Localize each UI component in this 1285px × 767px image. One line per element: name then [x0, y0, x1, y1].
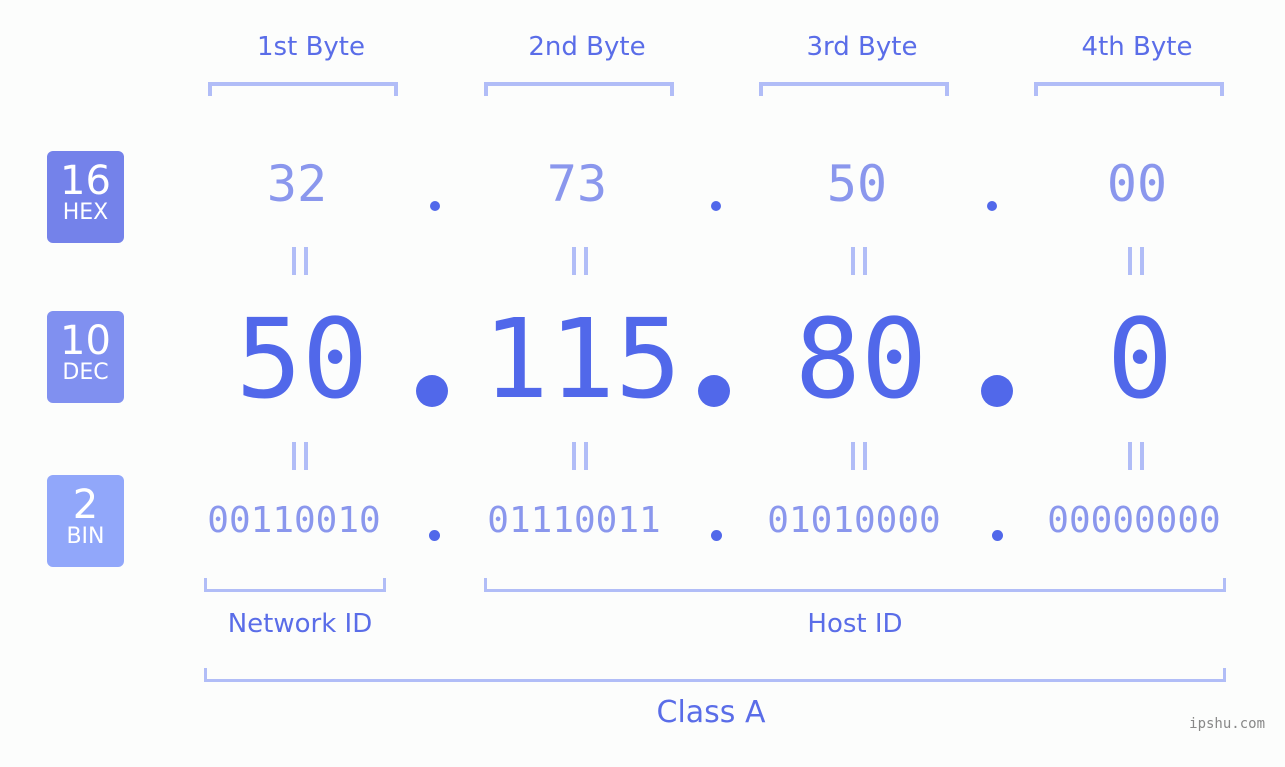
- hex-base: 16: [60, 158, 111, 204]
- byte-bracket-2: [484, 82, 674, 96]
- class-bracket: [204, 668, 1226, 682]
- hex-byte-4: 00: [1106, 155, 1168, 213]
- network-id-label: Network ID: [227, 609, 373, 639]
- byte-header-2: 2nd Byte: [528, 32, 646, 62]
- bin-byte-4: 00000000: [1047, 500, 1221, 541]
- byte-header-3: 3rd Byte: [806, 32, 918, 62]
- hex-badge: 16 HEX: [47, 151, 124, 243]
- bin-byte-2: 01110011: [487, 500, 661, 541]
- equals-sign: [572, 247, 588, 275]
- dec-dot-2: [698, 375, 730, 407]
- byte-bracket-4: [1034, 82, 1224, 96]
- bin-dot-2: [711, 530, 722, 541]
- dec-byte-3: 80: [794, 295, 928, 423]
- equals-sign: [572, 442, 588, 470]
- equals-sign: [1128, 247, 1144, 275]
- equals-sign: [851, 442, 867, 470]
- bin-dot-1: [429, 530, 440, 541]
- watermark: ipshu.com: [1189, 716, 1265, 732]
- byte-header-4: 4th Byte: [1081, 32, 1193, 62]
- equals-sign: [292, 442, 308, 470]
- bin-byte-3: 01010000: [767, 500, 941, 541]
- bin-label: BIN: [66, 524, 105, 549]
- bin-base: 2: [72, 482, 99, 528]
- host-id-label: Host ID: [807, 609, 903, 639]
- dec-dot-1: [416, 375, 448, 407]
- hex-byte-2: 73: [546, 155, 608, 213]
- dec-byte-2: 115: [482, 295, 682, 423]
- dec-badge: 10 DEC: [47, 311, 124, 403]
- bin-dot-3: [992, 530, 1003, 541]
- hex-byte-3: 50: [826, 155, 888, 213]
- hex-byte-1: 32: [266, 155, 328, 213]
- equals-sign: [1128, 442, 1144, 470]
- dec-dot-3: [981, 375, 1013, 407]
- bin-byte-1: 00110010: [207, 500, 381, 541]
- dec-label: DEC: [62, 360, 109, 385]
- dec-byte-4: 0: [1106, 295, 1174, 423]
- byte-bracket-1: [208, 82, 398, 96]
- network-id-bracket: [204, 578, 386, 592]
- byte-bracket-3: [759, 82, 949, 96]
- class-label: Class A: [656, 695, 766, 730]
- equals-sign: [851, 247, 867, 275]
- dec-base: 10: [60, 318, 111, 364]
- hex-label: HEX: [62, 200, 109, 225]
- equals-sign: [292, 247, 308, 275]
- dec-byte-1: 50: [235, 295, 369, 423]
- hex-dot-3: [987, 201, 997, 211]
- bin-badge: 2 BIN: [47, 475, 124, 567]
- host-id-bracket: [484, 578, 1226, 592]
- hex-dot-2: [711, 201, 721, 211]
- hex-dot-1: [430, 201, 440, 211]
- byte-header-1: 1st Byte: [257, 32, 365, 62]
